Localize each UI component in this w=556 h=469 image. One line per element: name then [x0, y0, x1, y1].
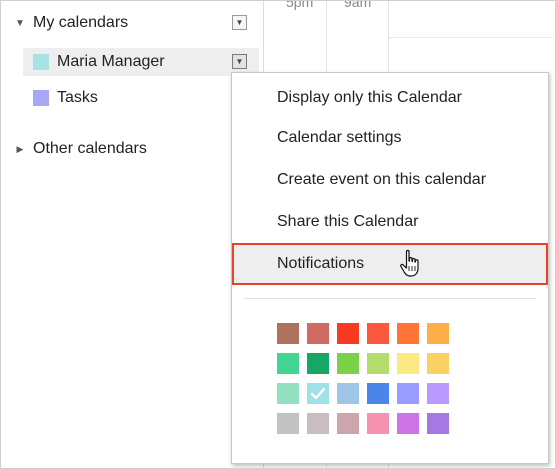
color-swatch[interactable] [397, 353, 419, 374]
color-swatch[interactable] [367, 323, 389, 344]
other-calendars-header[interactable]: ▶ Other calendars [1, 134, 147, 164]
chevron-down-icon: ▼ [235, 56, 244, 66]
my-calendars-label: My calendars [33, 14, 129, 31]
color-swatch[interactable] [307, 413, 329, 434]
menu-item-label: Display only this Calendar [277, 89, 462, 106]
color-swatch[interactable] [367, 353, 389, 374]
color-palette-row [277, 413, 457, 434]
color-swatch[interactable] [397, 323, 419, 344]
color-swatch[interactable] [427, 353, 449, 374]
color-palette-row [277, 323, 457, 344]
color-swatch[interactable] [427, 323, 449, 344]
color-swatch[interactable] [397, 413, 419, 434]
color-swatch[interactable] [277, 353, 299, 374]
grid-half-hour-line [388, 37, 555, 38]
color-swatch[interactable] [307, 383, 329, 404]
time-label: 9am [344, 0, 372, 10]
color-swatch[interactable] [367, 383, 389, 404]
color-swatch[interactable] [427, 383, 449, 404]
calendar-item-label: Tasks [57, 89, 98, 106]
calendar-color-swatch [33, 54, 49, 70]
menu-item-create-event[interactable]: Create event on this calendar [232, 159, 548, 201]
menu-item-calendar-settings[interactable]: Calendar settings [232, 117, 548, 159]
chevron-down-icon: ▼ [235, 17, 244, 27]
color-swatch[interactable] [367, 413, 389, 434]
calendar-options-dropdown-button[interactable]: ▼ [232, 54, 247, 69]
checkmark-icon [310, 387, 326, 400]
time-label: 5pm [286, 0, 314, 10]
color-swatch[interactable] [337, 353, 359, 374]
color-swatch[interactable] [337, 383, 359, 404]
calendar-item-maria-manager[interactable]: Maria Manager [23, 48, 259, 76]
expand-arrow-right-icon[interactable]: ▶ [13, 144, 27, 155]
color-swatch[interactable] [277, 323, 299, 344]
menu-divider [244, 298, 536, 299]
color-palette-row [277, 383, 457, 404]
calendar-window: 5pm 9am ▼ My calendars ▼ Maria Manager ▼… [0, 0, 556, 469]
calendar-item-tasks[interactable]: Tasks [23, 84, 259, 112]
menu-item-label: Calendar settings [277, 129, 402, 146]
calendar-item-label: Maria Manager [57, 53, 165, 70]
color-swatch[interactable] [427, 413, 449, 434]
my-calendars-dropdown-button[interactable]: ▼ [232, 15, 247, 30]
other-calendars-label: Other calendars [33, 140, 147, 157]
color-swatch[interactable] [337, 413, 359, 434]
color-palette-row [277, 353, 457, 374]
color-swatch[interactable] [277, 383, 299, 404]
color-swatch[interactable] [397, 383, 419, 404]
calendar-list-sidebar: ▼ My calendars ▼ Maria Manager ▼ Tasks ▶… [1, 1, 263, 468]
color-swatch[interactable] [337, 323, 359, 344]
menu-item-label: Share this Calendar [277, 213, 419, 230]
color-swatch[interactable] [277, 413, 299, 434]
menu-item-label: Notifications [277, 255, 365, 272]
menu-item-display-only[interactable]: Display only this Calendar [232, 77, 548, 119]
hand-pointer-icon [400, 249, 419, 277]
menu-item-label: Create event on this calendar [277, 171, 487, 188]
expand-arrow-down-icon[interactable]: ▼ [13, 18, 27, 29]
calendar-color-swatch [33, 90, 49, 106]
menu-item-share-calendar[interactable]: Share this Calendar [232, 201, 548, 243]
color-swatch[interactable] [307, 323, 329, 344]
my-calendars-header[interactable]: ▼ My calendars [1, 8, 128, 38]
color-palette [277, 323, 457, 443]
calendar-options-menu: Display only this Calendar Calendar sett… [231, 72, 549, 464]
color-swatch[interactable] [307, 353, 329, 374]
menu-item-notifications[interactable]: Notifications [232, 243, 548, 285]
